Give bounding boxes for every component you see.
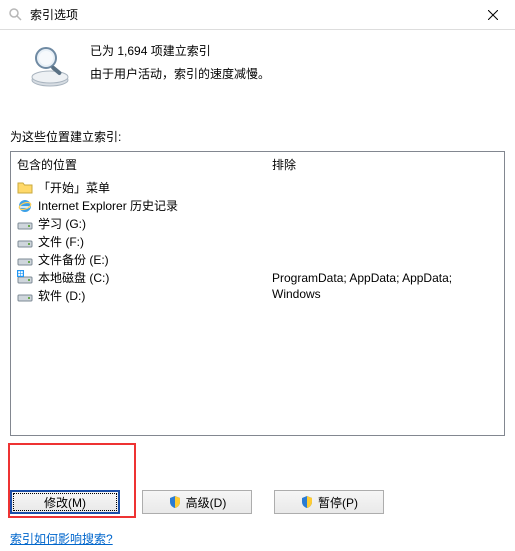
indexing-status-text: 由于用户活动，索引的速度减慢。: [90, 63, 270, 86]
location-item[interactable]: Internet Explorer 历史记录: [15, 197, 262, 215]
exclude-item: [270, 303, 500, 321]
exclude-item: [270, 179, 500, 197]
ie-icon: [17, 198, 33, 214]
close-button[interactable]: [470, 0, 515, 30]
drive-icon: [17, 216, 33, 232]
shield-icon: [168, 495, 182, 509]
pause-button[interactable]: 暂停(P): [274, 490, 384, 514]
pause-button-label: 暂停(P): [318, 494, 358, 511]
location-item[interactable]: 文件备份 (E:): [15, 251, 262, 269]
modify-button[interactable]: 修改(M): [10, 490, 120, 514]
drive-icon: [17, 252, 33, 268]
button-row: 修改(M) 高级(D) 暂停(P): [10, 490, 384, 514]
location-item-label: 文件备份 (E:): [38, 252, 109, 268]
exclude-item: [270, 197, 500, 215]
locations-list: 包含的位置 排除 「开始」菜单 Internet Explorer 历史记录学习 …: [10, 151, 505, 436]
locations-label: 为这些位置建立索引:: [0, 88, 515, 151]
advanced-button-label: 高级(D): [186, 494, 227, 511]
location-item-label: 软件 (D:): [38, 288, 85, 304]
shield-icon: [300, 495, 314, 509]
location-item[interactable]: 软件 (D:): [15, 287, 262, 305]
location-item-label: 文件 (F:): [38, 234, 84, 250]
location-item-label: 「开始」菜单: [38, 180, 110, 196]
modify-button-label: 修改(M): [44, 494, 86, 511]
summary-section: 已为 1,694 项建立索引 由于用户活动，索引的速度减慢。: [0, 30, 515, 88]
location-item[interactable]: 学习 (G:): [15, 215, 262, 233]
location-item-label: Internet Explorer 历史记录: [38, 198, 178, 214]
drive-icon: [17, 234, 33, 250]
column-header-excluded[interactable]: 排除: [266, 152, 504, 177]
location-item-label: 学习 (G:): [38, 216, 86, 232]
exclude-item: [270, 215, 500, 233]
titlebar: 索引选项: [0, 0, 515, 30]
folder-icon: [17, 180, 33, 196]
advanced-button[interactable]: 高级(D): [142, 490, 252, 514]
location-item[interactable]: 「开始」菜单: [15, 179, 262, 197]
exclude-item: [270, 251, 500, 269]
exclude-item: ProgramData; AppData; AppData; Windows: [270, 269, 500, 303]
window-title: 索引选项: [30, 6, 78, 23]
indexed-count-text: 已为 1,694 项建立索引: [90, 40, 270, 63]
app-icon: [8, 7, 24, 23]
exclude-item: [270, 233, 500, 251]
location-item[interactable]: 文件 (F:): [15, 233, 262, 251]
help-link[interactable]: 索引如何影响搜索?: [10, 530, 113, 547]
column-header-included[interactable]: 包含的位置: [11, 152, 266, 177]
drive-sys-icon: [17, 270, 33, 286]
drive-icon: [17, 288, 33, 304]
location-item-label: 本地磁盘 (C:): [38, 270, 109, 286]
magnifier-icon: [26, 40, 74, 88]
location-item[interactable]: 本地磁盘 (C:): [15, 269, 262, 287]
